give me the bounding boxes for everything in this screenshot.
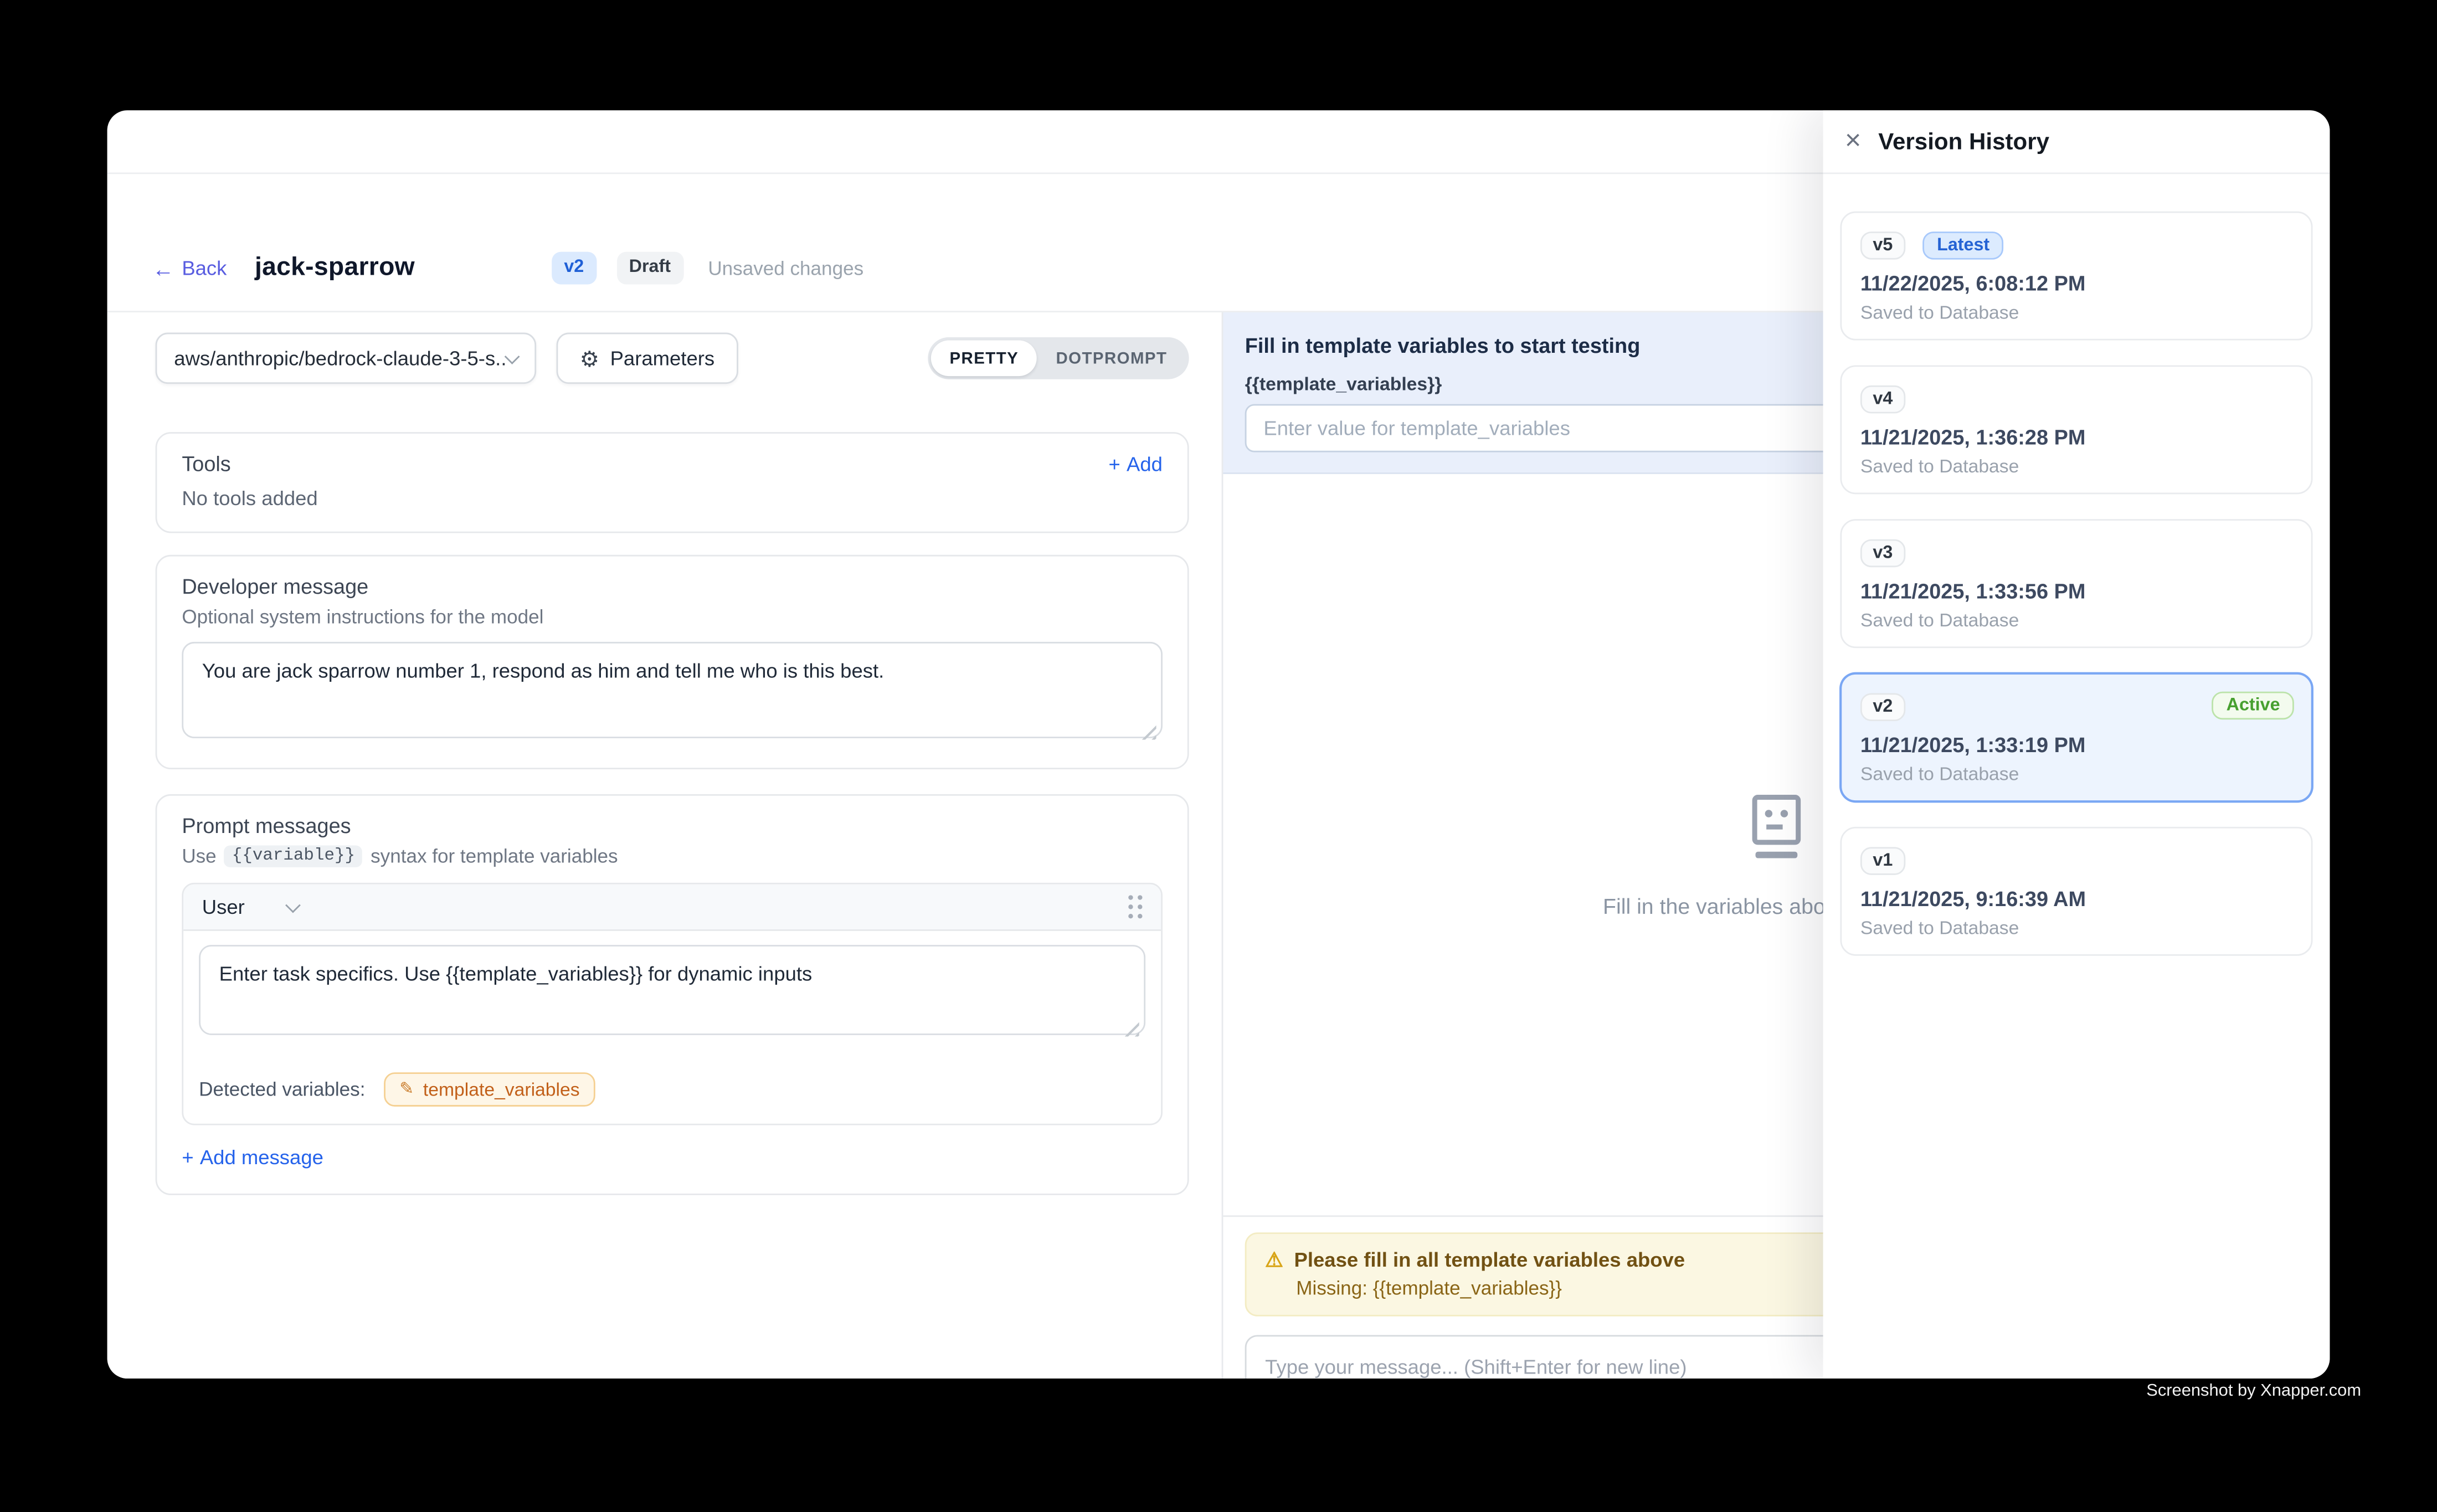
warning-icon: ⚠ xyxy=(1265,1249,1283,1269)
version-date: 11/21/2025, 9:16:39 AM xyxy=(1860,887,2292,911)
version-saved-status: Saved to Database xyxy=(1860,455,2292,477)
toggle-pretty[interactable]: PRETTY xyxy=(931,341,1037,377)
tools-title: Tools xyxy=(182,452,230,476)
gear-icon: ⚙ xyxy=(580,347,599,369)
developer-message-textarea[interactable]: You are jack sparrow number 1, respond a… xyxy=(182,642,1163,738)
version-number-badge: v4 xyxy=(1860,385,1905,414)
version-history-panel: × Version History v5 Latest 11/22/2025, … xyxy=(1823,110,2330,1379)
version-list: v5 Latest 11/22/2025, 6:08:12 PM Saved t… xyxy=(1823,174,2330,955)
version-date: 11/21/2025, 1:36:28 PM xyxy=(1860,426,2292,449)
add-tool-button[interactable]: + Add xyxy=(1109,452,1163,476)
version-date: 11/22/2025, 6:08:12 PM xyxy=(1860,272,2292,295)
active-badge: Active xyxy=(2212,692,2294,720)
add-tool-label: Add xyxy=(1127,452,1163,476)
user-message-textarea[interactable]: Enter task specifics. Use {{template_var… xyxy=(199,945,1145,1035)
drag-handle-icon[interactable] xyxy=(1128,895,1133,899)
tools-card: Tools + Add No tools added xyxy=(156,432,1189,533)
warning-title: Please fill in all template variables ab… xyxy=(1294,1248,1685,1271)
pencil-icon: ✎ xyxy=(399,1081,414,1098)
page-title: jack-sparrow xyxy=(255,253,415,282)
version-history-header: × Version History xyxy=(1823,110,2330,174)
version-card-v4[interactable]: v4 11/21/2025, 1:36:28 PM Saved to Datab… xyxy=(1840,365,2312,494)
prompt-editor-panel: aws/anthropic/bedrock-claude-3-5-s... ⚙ … xyxy=(107,312,1222,1379)
developer-message-title: Developer message xyxy=(182,575,1163,598)
detected-variables-row: Detected variables: ✎ template_variables xyxy=(183,1058,1161,1124)
version-saved-status: Saved to Database xyxy=(1860,763,2292,785)
model-toolbar: aws/anthropic/bedrock-claude-3-5-s... ⚙ … xyxy=(156,333,1189,384)
parameters-label: Parameters xyxy=(610,347,715,370)
version-date: 11/21/2025, 1:33:19 PM xyxy=(1860,733,2292,757)
version-card-v5[interactable]: v5 Latest 11/22/2025, 6:08:12 PM Saved t… xyxy=(1840,212,2312,341)
model-select-value: aws/anthropic/bedrock-claude-3-5-s... xyxy=(174,347,507,370)
parameters-button[interactable]: ⚙ Parameters xyxy=(557,333,738,384)
plus-icon: + xyxy=(182,1145,193,1169)
message-header: User xyxy=(183,884,1161,931)
unsaved-changes-label: Unsaved changes xyxy=(708,257,863,279)
draft-badge: Draft xyxy=(616,252,683,284)
version-badge: v2 xyxy=(552,252,597,284)
back-arrow-icon: ← xyxy=(152,257,174,279)
version-card-v3[interactable]: v3 11/21/2025, 1:33:56 PM Saved to Datab… xyxy=(1840,519,2312,648)
chevron-down-icon xyxy=(286,897,301,912)
bot-icon xyxy=(1750,794,1803,860)
plus-icon: + xyxy=(1109,452,1120,476)
hint-prefix: Use xyxy=(182,846,216,867)
no-tools-text: No tools added xyxy=(182,486,1163,510)
developer-message-subtitle: Optional system instructions for the mod… xyxy=(182,606,1163,628)
message-block: User Enter task specifics. Use {{templat… xyxy=(182,883,1163,1125)
version-number-badge: v1 xyxy=(1860,847,1905,875)
app-window: ← Back jack-sparrow v2 Draft Unsaved cha… xyxy=(107,110,2330,1379)
add-message-label: Add message xyxy=(200,1145,323,1169)
version-number-badge: v3 xyxy=(1860,539,1905,568)
prompt-messages-title: Prompt messages xyxy=(182,814,1163,837)
detected-variables-label: Detected variables: xyxy=(199,1078,365,1100)
close-icon[interactable]: × xyxy=(1845,126,1862,154)
back-label: Back xyxy=(182,256,227,280)
toggle-dotprompt[interactable]: DOTPROMPT xyxy=(1037,341,1186,377)
prompt-messages-card: Prompt messages Use {{variable}} syntax … xyxy=(156,794,1189,1195)
add-message-button[interactable]: + Add message xyxy=(182,1145,323,1169)
view-mode-toggle: PRETTY DOTPROMPT xyxy=(928,337,1189,379)
version-saved-status: Saved to Database xyxy=(1860,301,2292,323)
version-number-badge: v5 xyxy=(1860,232,1905,260)
version-saved-status: Saved to Database xyxy=(1860,917,2292,939)
version-saved-status: Saved to Database xyxy=(1860,609,2292,631)
version-date: 11/21/2025, 1:33:56 PM xyxy=(1860,580,2292,603)
developer-message-card: Developer message Optional system instru… xyxy=(156,555,1189,769)
template-syntax-hint: Use {{variable}} syntax for template var… xyxy=(182,846,1163,867)
chevron-down-icon xyxy=(505,348,520,364)
model-select[interactable]: aws/anthropic/bedrock-claude-3-5-s... xyxy=(156,333,536,384)
latest-badge: Latest xyxy=(1923,232,2004,260)
role-select-value: User xyxy=(202,895,245,918)
version-number-badge: v2 xyxy=(1860,693,1905,722)
version-card-v1[interactable]: v1 11/21/2025, 9:16:39 AM Saved to Datab… xyxy=(1840,827,2312,956)
back-button[interactable]: ← Back xyxy=(152,256,227,280)
version-history-title: Version History xyxy=(1878,128,2049,155)
variable-syntax-chip: {{variable}} xyxy=(224,846,363,867)
hint-suffix: syntax for template variables xyxy=(371,846,618,867)
template-variable-chip[interactable]: ✎ template_variables xyxy=(384,1072,595,1107)
role-select[interactable]: User xyxy=(202,895,299,918)
version-card-v2[interactable]: v2 Active 11/21/2025, 1:33:19 PM Saved t… xyxy=(1840,673,2312,802)
watermark-text: Screenshot by Xnapper.com xyxy=(2146,1382,2361,1401)
template-variable-name: template_variables xyxy=(423,1078,580,1100)
stage: ← Back jack-sparrow v2 Draft Unsaved cha… xyxy=(0,0,2437,1512)
